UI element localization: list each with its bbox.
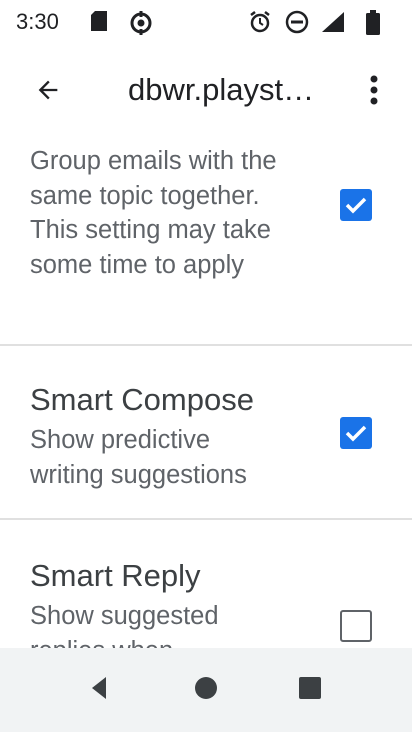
check-icon <box>345 425 367 442</box>
setting-conversation-view[interactable]: Group emails with the same topic togethe… <box>0 138 412 346</box>
status-bar: 3:30 <box>0 0 412 46</box>
nav-back-button[interactable] <box>78 668 122 712</box>
setting-smart-reply[interactable]: Smart Reply Show suggested replies when … <box>0 520 412 648</box>
back-button[interactable] <box>20 68 76 116</box>
app-title: dbwr.playstoreapp@gmail.com <box>128 72 324 107</box>
more-vert-icon <box>369 74 379 111</box>
sync-icon <box>128 10 154 41</box>
setting-title: Smart Reply <box>30 558 201 593</box>
check-icon <box>345 197 367 214</box>
navigation-bar <box>0 648 412 732</box>
app-bar: dbwr.playstoreapp@gmail.com <box>0 46 412 138</box>
smart-reply-checkbox[interactable] <box>340 610 372 642</box>
signal-icon <box>320 10 346 39</box>
alarm-icon <box>248 10 272 39</box>
nav-back-icon <box>86 674 114 707</box>
nav-home-button[interactable] <box>184 668 228 712</box>
setting-description: Group emails with the same topic togethe… <box>30 147 277 279</box>
arrow-back-icon <box>34 76 62 109</box>
status-time: 3:30 <box>16 9 59 34</box>
do-not-disturb-icon <box>285 10 309 39</box>
more-options-button[interactable] <box>350 68 398 116</box>
sd-card-icon <box>90 10 108 37</box>
setting-description: Show predictive writing suggestions <box>30 426 247 489</box>
nav-home-icon <box>192 674 220 707</box>
battery-icon <box>365 10 381 41</box>
conversation-view-checkbox[interactable] <box>340 189 372 221</box>
setting-description: Show suggested replies when available <box>30 602 219 648</box>
setting-smart-compose[interactable]: Smart Compose Show predictive writing su… <box>0 346 412 520</box>
nav-recents-icon <box>296 674 324 707</box>
nav-recents-button[interactable] <box>288 668 332 712</box>
settings-list[interactable]: Group emails with the same topic togethe… <box>0 138 412 648</box>
smart-compose-checkbox[interactable] <box>340 417 372 449</box>
setting-title: Smart Compose <box>30 382 254 417</box>
